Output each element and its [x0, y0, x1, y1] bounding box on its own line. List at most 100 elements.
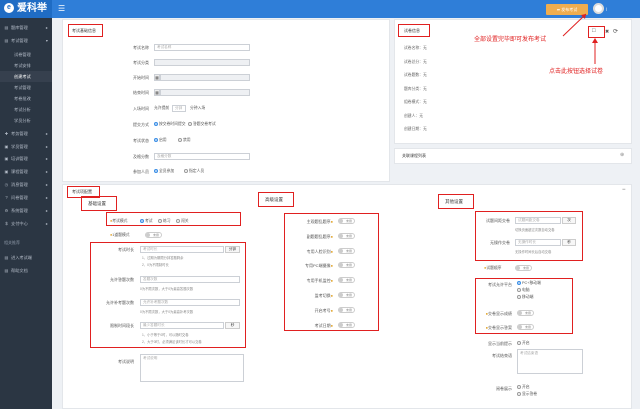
sidebar-item-8[interactable]: 学员分析 [0, 115, 52, 126]
option-label: 指定人员 [189, 169, 205, 173]
submit-option[interactable]: 按交卷时间提交 [154, 122, 186, 127]
option-label: 开启 [522, 341, 530, 345]
advanced-row-toggle[interactable]: 未授 [338, 218, 355, 224]
status-option[interactable]: 启用 [154, 138, 167, 143]
exam-mode-option[interactable]: 练习 [158, 219, 171, 224]
advanced-row-toggle[interactable]: 未授 [338, 232, 355, 239]
config-row-unit[interactable]: 分钟 [225, 246, 240, 253]
status-option[interactable]: 禁用 [178, 138, 191, 143]
advanced-row-label: 监考切换● [288, 293, 333, 299]
start-time-input[interactable] [160, 74, 250, 81]
reveal-option[interactable]: 开启 [517, 385, 530, 390]
other-row-unit[interactable]: 秒 [562, 239, 576, 246]
advanced-row-toggle[interactable]: 未授 [338, 247, 355, 254]
hint-6: 2、大于0时，必须满足该时长才可以交卷 [142, 340, 202, 344]
other-row-unit[interactable]: 次 [562, 217, 576, 224]
paper-info-row: 创建人：无 [404, 114, 423, 119]
sidebar-item-3[interactable]: 考试安排 [0, 60, 52, 71]
finish-textarea[interactable]: 考试结束语 [517, 349, 583, 374]
field-label: 结束时间 [133, 90, 149, 95]
paper-info-value: 无 [422, 73, 427, 77]
advanced-row-toggle[interactable]: 未授 [338, 277, 355, 284]
menu-toggle-icon[interactable]: ☰ [58, 4, 68, 14]
option-label: 答题交卷考试 [193, 122, 216, 126]
advanced-row-toggle[interactable]: 未授 [338, 306, 355, 313]
other-hint-1: 切换页面超过次数自动交卷 [515, 228, 555, 232]
other-row-input[interactable]: 无操作时长 [515, 239, 561, 246]
sidebar-item-0[interactable]: ▤ 题库管理 ▸ [0, 22, 52, 33]
config-row-unit[interactable]: 秒 [225, 322, 240, 329]
avatar[interactable] [593, 3, 604, 14]
exam-description-textarea[interactable]: 考试说明 [140, 354, 244, 382]
config-row-label: 限制时间段长 [110, 323, 134, 328]
sidebar-item-16[interactable]: $ 支付中心 ▸ [0, 218, 52, 229]
option-label: 按交卷时间提交 [159, 122, 186, 126]
refresh-icon[interactable]: ⟳ [613, 28, 618, 35]
people-option[interactable]: 指定人员 [184, 169, 204, 174]
config-row-input[interactable]: 答题次数 [140, 276, 240, 283]
sidebar-item-12[interactable]: ▣ 课程管理 ▸ [0, 166, 52, 177]
chevron-icon: ▾ [45, 38, 48, 43]
sidebar-item-9[interactable]: ✚ 考务管理 ▸ [0, 128, 52, 139]
advanced-row-toggle[interactable]: 未授 [338, 321, 355, 328]
config-row-input[interactable]: 允许补考题次数 [140, 299, 240, 306]
sidebar-item-15[interactable]: ⚙ 系统管理 ▸ [0, 205, 52, 216]
label: 监考切换 [314, 293, 331, 298]
other-row-input[interactable]: 试题间距交卷 [515, 217, 561, 224]
exam-name-input[interactable]: 考试名称 [154, 44, 250, 51]
end-time-input[interactable] [160, 89, 250, 96]
platform-option[interactable]: 移动端 [517, 295, 533, 300]
pass-score-input[interactable]: 及格分数 [154, 153, 250, 160]
sidebar-item-13[interactable]: ◷ 消息管理 ▸ [0, 179, 52, 190]
exam-category-select[interactable] [154, 59, 250, 66]
sidebar-bottom-item-1[interactable]: ▤ 帮助文档 [0, 265, 52, 276]
field-label: 及格分数 [133, 154, 149, 159]
reveal-option[interactable]: 显示答卷 [517, 392, 537, 397]
exam-mode-option[interactable]: 考试 [140, 219, 153, 224]
sidebar-item-2[interactable]: 试卷管理 [0, 49, 52, 60]
option-label: 电脑 [522, 288, 530, 292]
answer-key-toggle[interactable]: 未授 [517, 324, 534, 330]
notice-option[interactable]: 开启 [517, 341, 530, 346]
sidebar-item-7[interactable]: 考试分析 [0, 104, 52, 115]
info-icon: ● [330, 322, 333, 328]
sidebar-section-label: 相关推荐 [4, 240, 20, 245]
sidebar-item-10[interactable]: ▣ 学员管理 ▸ [0, 141, 52, 152]
sidebar-item-6[interactable]: 考卷批改 [0, 93, 52, 104]
info-icon: ● [330, 263, 333, 269]
label: 专用手机监控 [306, 278, 331, 284]
sidebar-item-4[interactable]: 创建考试 [0, 71, 52, 82]
add-course-icon[interactable]: ⊕ [620, 152, 624, 158]
sidebar-item-1[interactable]: ▤ 考试管理 ▾ [0, 35, 52, 46]
platform-option[interactable]: 电脑 [517, 288, 530, 293]
one-question-toggle[interactable]: 未授 [145, 232, 162, 238]
advanced-row-toggle[interactable]: 未授 [338, 292, 355, 298]
finish-label: 考试结束语 [492, 353, 512, 358]
sidebar-bottom-item-0[interactable]: ▤ 进入考试端 [0, 252, 52, 263]
people-option[interactable]: 全员参加 [154, 169, 174, 174]
submit-option[interactable]: 答题交卷考试 [188, 122, 216, 127]
app-logo[interactable]: e 爱科举 [0, 0, 52, 18]
sidebar-item-5[interactable]: 考试管理 [0, 82, 52, 93]
exam-mode-option[interactable]: 闯关 [176, 219, 189, 224]
collapse-icon[interactable]: − [622, 187, 626, 193]
config-row-input[interactable]: 考试时长 [140, 246, 224, 253]
sidebar-item-14[interactable]: ? 问卷管理 ▸ [0, 192, 52, 203]
platform-option[interactable]: PC+移动端 [517, 281, 541, 286]
show-score-toggle[interactable]: 未授 [515, 265, 532, 271]
radio-icon [517, 341, 521, 345]
paper-info-key: 创建日期： [404, 127, 423, 131]
option-label: 练习 [163, 219, 171, 223]
chevron-icon: ▸ [45, 195, 48, 200]
radio-icon [517, 281, 521, 285]
answer-show-toggle[interactable]: 未授 [517, 310, 534, 316]
radio-icon [517, 392, 521, 396]
advanced-row-toggle[interactable]: 未授 [338, 262, 355, 269]
entry-minutes-input[interactable]: 分钟 [172, 105, 186, 112]
sidebar-item-11[interactable]: ▣ 培训管理 ▸ [0, 153, 52, 164]
close-icon[interactable]: ✖ [605, 29, 609, 35]
sidebar-item-label: 消息管理 [11, 182, 28, 187]
add-paper-icon[interactable]: □ [592, 28, 596, 34]
hint-1: 1、过期为期限分钟答题剩余 [142, 256, 184, 260]
config-row-input[interactable]: 最少答题时长 [140, 322, 224, 329]
